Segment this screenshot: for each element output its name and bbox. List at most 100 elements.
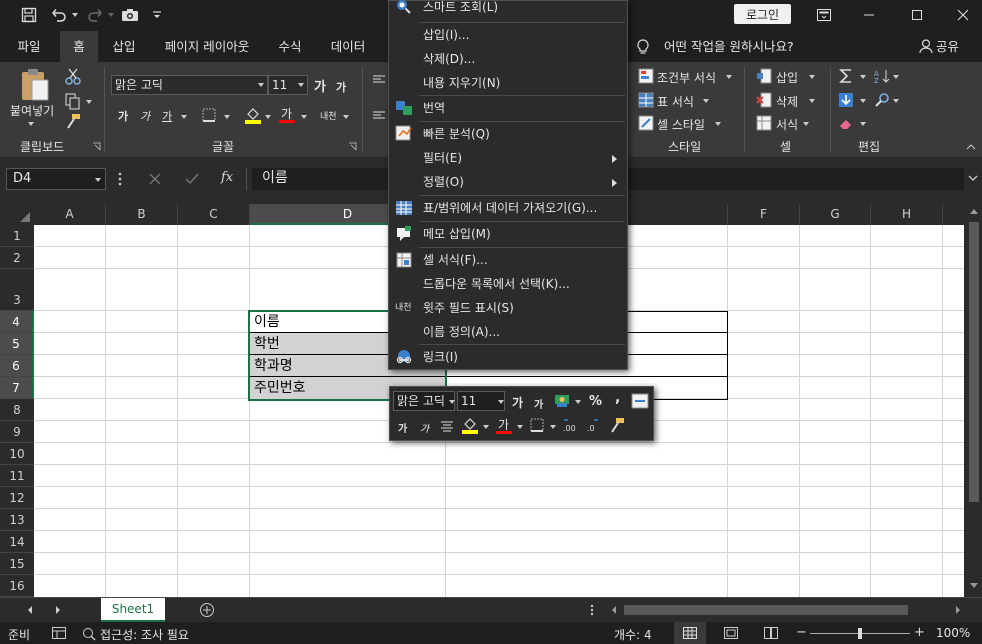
login-button[interactable]: 로그인: [734, 4, 791, 24]
cell-d4[interactable]: 이름: [250, 311, 280, 333]
redo-dropdown-icon[interactable]: [106, 5, 116, 25]
menu-item-link[interactable]: 링크(I): [389, 345, 627, 369]
cancel-icon[interactable]: [149, 173, 161, 185]
mini-comma-button[interactable]: ,: [615, 390, 620, 406]
mini-percent-button[interactable]: %: [589, 394, 602, 409]
minimize-icon[interactable]: [860, 5, 878, 25]
tab-page-layout[interactable]: 페이지 레이아웃: [154, 31, 260, 62]
row-header-13[interactable]: 13: [0, 509, 34, 531]
row-header-14[interactable]: 14: [0, 531, 34, 553]
customize-icon[interactable]: [151, 5, 163, 25]
insert-cells-icon[interactable]: [756, 68, 772, 84]
mini-format-painter-icon[interactable]: [608, 416, 626, 434]
menu-item-sort[interactable]: 정렬(O): [389, 170, 627, 194]
shrink-font-button[interactable]: 가: [336, 79, 346, 95]
format-cells-icon[interactable]: [756, 115, 772, 131]
bold-button[interactable]: 가: [118, 108, 128, 124]
tab-data[interactable]: 데이터: [320, 31, 376, 62]
cell-d5[interactable]: 학번: [250, 333, 280, 355]
tab-formulas[interactable]: 수식: [268, 31, 312, 62]
column-header-b[interactable]: B: [106, 204, 178, 225]
row-header-4[interactable]: 4: [0, 311, 34, 333]
menu-item-insert[interactable]: 삽입(I)...: [389, 23, 627, 47]
menu-item-smart-lookup[interactable]: 스마트 조회(L): [389, 0, 627, 19]
menu-item-quick-analysis[interactable]: 빠른 분석(Q): [389, 122, 627, 146]
share-button[interactable]: 공유: [936, 31, 959, 62]
page-layout-view-icon[interactable]: [724, 627, 738, 639]
select-all-corner[interactable]: [0, 204, 34, 225]
cell-d6[interactable]: 학과명: [250, 355, 293, 377]
menu-item-define-name[interactable]: 이름 정의(A)...: [389, 320, 627, 344]
zoom-slider-thumb[interactable]: [858, 628, 862, 639]
sort-filter-icon[interactable]: AZ: [874, 68, 892, 84]
paste-icon[interactable]: [20, 68, 50, 102]
cell-style-icon[interactable]: [638, 115, 654, 131]
row-header-2[interactable]: 2: [0, 247, 34, 269]
menu-item-filter[interactable]: 필터(E): [389, 146, 627, 170]
row-header-1[interactable]: 1: [0, 225, 34, 247]
align-icon[interactable]: [372, 74, 386, 84]
insert-cells-button[interactable]: 삽입: [776, 69, 798, 86]
format-painter-icon[interactable]: [64, 112, 82, 130]
font-size-combo[interactable]: 11: [268, 75, 308, 95]
horizontal-scrollbar[interactable]: [608, 602, 966, 618]
column-header-next[interactable]: [943, 204, 964, 225]
column-header-c[interactable]: C: [178, 204, 250, 225]
paste-label[interactable]: 붙여넣기: [10, 102, 54, 119]
conditional-format-button[interactable]: 조건부 서식: [657, 69, 716, 86]
copy-icon[interactable]: [64, 92, 82, 110]
conditional-format-icon[interactable]: [638, 68, 654, 84]
fill-color-icon[interactable]: [244, 106, 262, 124]
font-name-combo[interactable]: 맑은 고딕: [111, 75, 268, 95]
format-table-button[interactable]: 표 서식: [657, 93, 694, 110]
mini-shrink-font-button[interactable]: 가: [534, 396, 543, 411]
row-header-5[interactable]: 5: [0, 333, 34, 355]
formula-input[interactable]: 이름: [252, 168, 392, 190]
mini-increase-decimal-icon[interactable]: .00: [562, 417, 582, 433]
row-header-3[interactable]: 3: [0, 269, 34, 311]
ribbon-display-icon[interactable]: [815, 5, 833, 25]
row-header-10[interactable]: 10: [0, 443, 34, 465]
mini-font-name-combo[interactable]: 맑은 고딕: [393, 391, 455, 411]
delete-cells-icon[interactable]: [756, 92, 772, 108]
mini-grow-font-button[interactable]: 가: [512, 394, 523, 411]
row-header-9[interactable]: 9: [0, 421, 34, 443]
row-header-8[interactable]: 8: [0, 399, 34, 421]
more-options-icon[interactable]: [118, 172, 122, 186]
format-table-icon[interactable]: [638, 92, 654, 108]
mini-merge-center-icon[interactable]: [631, 393, 649, 409]
expand-formula-icon[interactable]: [968, 175, 978, 181]
clipboard-launcher-icon[interactable]: [92, 142, 101, 151]
mini-italic-button[interactable]: 가: [420, 420, 429, 435]
row-header-12[interactable]: 12: [0, 487, 34, 509]
tell-me-search[interactable]: 어떤 작업을 원하시나요?: [664, 31, 794, 62]
menu-item-format-cells[interactable]: 셀 서식(F)...: [389, 248, 627, 272]
row-header-6[interactable]: 6: [0, 355, 34, 377]
mini-accounting-format-icon[interactable]: [553, 391, 571, 409]
align-left-icon[interactable]: [372, 110, 386, 120]
fill-icon[interactable]: [838, 92, 854, 108]
italic-button[interactable]: 가: [140, 108, 150, 124]
cell-style-button[interactable]: 셀 스타일: [657, 116, 705, 133]
border-icon[interactable]: [202, 108, 216, 122]
maximize-icon[interactable]: [908, 5, 926, 25]
zoom-level[interactable]: 100%: [936, 626, 970, 640]
zoom-out-icon[interactable]: −: [796, 625, 807, 640]
grow-font-button[interactable]: 가: [314, 76, 326, 95]
cut-icon[interactable]: [64, 68, 82, 86]
formula-input-area[interactable]: [628, 168, 964, 190]
clear-icon[interactable]: [838, 115, 854, 131]
mini-font-size-combo[interactable]: 11: [457, 391, 505, 411]
format-cells-button[interactable]: 서식: [776, 116, 798, 133]
zoom-slider[interactable]: [810, 628, 910, 639]
normal-view-icon[interactable]: [674, 622, 706, 644]
accessibility-status[interactable]: 접근성: 조사 필요: [100, 626, 189, 643]
mini-align-center-icon[interactable]: [440, 420, 454, 432]
row-header-15[interactable]: 15: [0, 553, 34, 575]
tab-file[interactable]: 파일: [6, 31, 52, 62]
page-break-view-icon[interactable]: [764, 627, 778, 639]
zoom-in-icon[interactable]: +: [914, 625, 925, 640]
menu-item-show-phonetic[interactable]: 내천 윗주 필드 표시(S): [389, 296, 627, 320]
menu-item-pick-from-dropdown[interactable]: 드롭다운 목록에서 선택(K)...: [389, 272, 627, 296]
sheet-tab-sheet1[interactable]: Sheet1: [101, 598, 165, 622]
